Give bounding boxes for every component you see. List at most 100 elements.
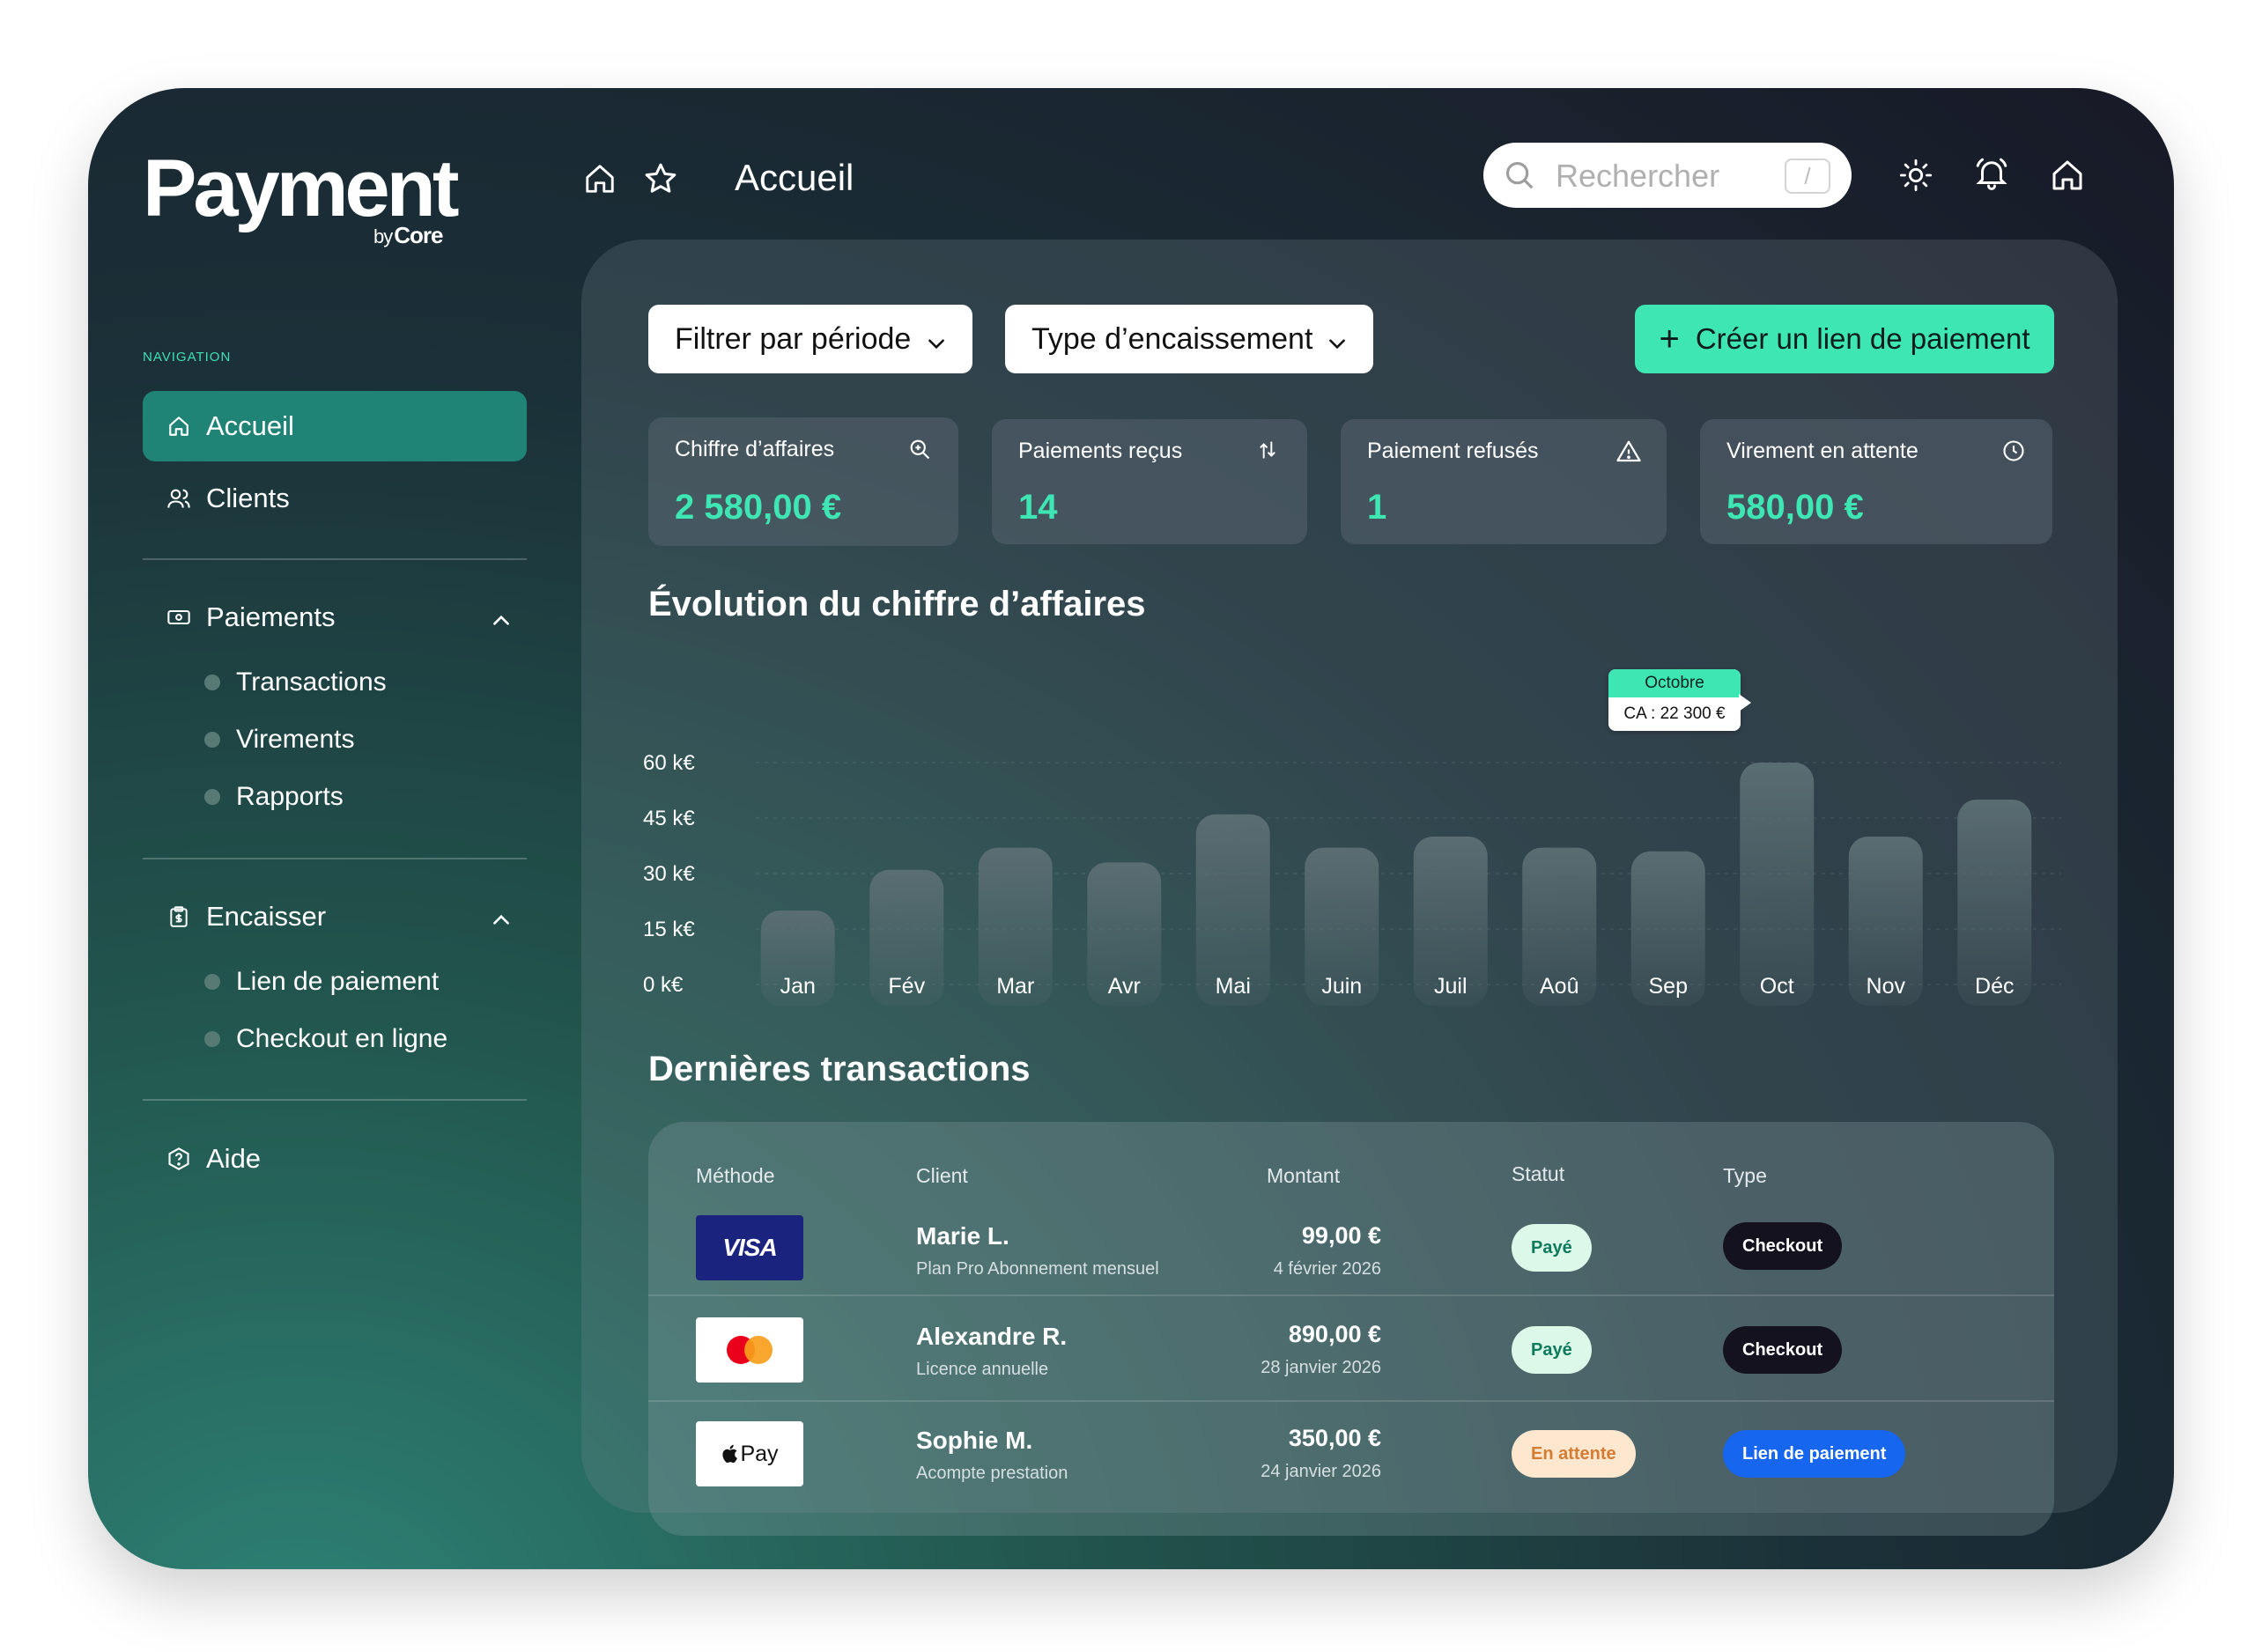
chevron-up-icon[interactable] <box>490 906 513 929</box>
sidebar-subitem-label: Transactions <box>236 667 387 697</box>
bullet-dot <box>204 675 220 690</box>
x-tick-label: Fév <box>888 974 925 999</box>
y-tick-label: 0 k€ <box>643 973 684 997</box>
type-badge[interactable]: Checkout <box>1723 1222 1843 1270</box>
table-row[interactable]: Pay Sophie M. Acompte prestation 350,00 … <box>648 1416 2054 1518</box>
revenue-bar-chart: 0 k€ 15 k€ 30 k€ 45 k€ 60 k€ Jan Fév Mar Avr Mai J… <box>643 751 2061 1006</box>
sidebar-subitem-transactions[interactable]: Transactions <box>204 663 387 702</box>
kpi-card-payments-refused: Paiement refusés 1 <box>1341 419 1667 544</box>
x-tick-label: Oct <box>1760 974 1794 999</box>
sidebar-item-paiements[interactable]: Paiements <box>143 582 527 653</box>
client-name: Alexandre R. <box>916 1323 1068 1350</box>
table-row[interactable]: Alexandre R. Licence annuelle 890,00 € 2… <box>648 1310 2054 1412</box>
clipboard-dollar-icon <box>166 903 192 930</box>
chart-bar-Oct[interactable] <box>1740 763 1815 1006</box>
brand-sub: byCore <box>373 222 444 249</box>
sidebar-item-clients[interactable]: Clients <box>143 463 527 534</box>
sidebar-item-label: Accueil <box>206 410 294 441</box>
y-tick-label: 15 k€ <box>643 918 695 941</box>
tooltip-title: Octobre <box>1608 669 1741 697</box>
kpi-label: Paiement refusés <box>1367 439 1539 463</box>
home-icon[interactable] <box>2047 155 2088 195</box>
sun-icon[interactable] <box>1896 155 1936 195</box>
x-tick-label: Mai <box>1216 974 1251 999</box>
x-tick-label: Juil <box>1434 974 1468 999</box>
brand-logo[interactable]: Payment byCore <box>143 144 459 248</box>
chevron-down-icon <box>1326 328 1349 351</box>
create-payment-link-button[interactable]: + Créer un lien de paiement <box>1635 305 2054 373</box>
sidebar-item-aide[interactable]: Aide <box>143 1124 527 1194</box>
kpi-label: Chiffre d’affaires <box>675 437 835 461</box>
create-payment-link-label: Créer un lien de paiement <box>1695 322 2030 355</box>
chart-title: Évolution du chiffre d’affaires <box>648 585 1146 623</box>
sidebar-item-encaisser[interactable]: Encaisser <box>143 881 527 952</box>
search-box[interactable]: / <box>1483 143 1852 210</box>
search-input[interactable] <box>1554 143 1769 210</box>
sidebar-subitem-checkout-en-ligne[interactable]: Checkout en ligne <box>204 1020 447 1058</box>
type-badge[interactable]: Lien de paiement <box>1723 1430 1906 1478</box>
x-tick-label: Mar <box>996 974 1034 999</box>
x-tick-label: Nov <box>1867 974 1906 999</box>
bullet-dot <box>204 732 220 748</box>
home-icon[interactable] <box>580 159 620 199</box>
transaction-amount: 890,00 € <box>1288 1321 1381 1347</box>
transaction-date: 24 janvier 2026 <box>1261 1462 1381 1481</box>
row-divider <box>648 1294 2054 1296</box>
type-badge[interactable]: Checkout <box>1723 1326 1843 1374</box>
sidebar-subitem-label: Rapports <box>236 782 344 811</box>
kpi-value: 580,00 € <box>1726 488 1864 527</box>
star-icon[interactable] <box>640 159 681 199</box>
x-tick-label: Aoû <box>1540 974 1578 999</box>
encaissement-type-dropdown[interactable]: Type d’encaissement <box>1005 305 1373 373</box>
home-icon <box>166 413 192 439</box>
transactions-table: Méthode Client Montant Statut Type VISA … <box>648 1122 2054 1536</box>
x-tick-label: Sep <box>1649 974 1688 999</box>
status-badge: Payé <box>1512 1224 1592 1272</box>
chevron-up-icon[interactable] <box>490 607 513 630</box>
brand-sub-by: by <box>373 225 393 247</box>
page-title: Accueil <box>735 157 854 198</box>
encaissement-type-label: Type d’encaissement <box>1031 321 1313 356</box>
search-icon <box>1503 159 1536 192</box>
sidebar-subitem-lien-de-paiement[interactable]: Lien de paiement <box>204 962 439 1001</box>
users-icon <box>166 485 192 512</box>
transaction-date: 28 janvier 2026 <box>1261 1358 1381 1377</box>
kpi-value: 1 <box>1367 488 1387 527</box>
transaction-amount: 99,00 € <box>1301 1222 1381 1249</box>
sidebar-item-label: Encaisser <box>206 901 327 932</box>
nav-caption: NAVIGATION <box>143 350 232 365</box>
warning-icon <box>1615 439 1642 465</box>
column-header-amount: Montant <box>1267 1164 1341 1187</box>
kpi-card-pending-transfer: Virement en attente 580,00 € <box>1700 419 2052 544</box>
table-row[interactable]: VISA Marie L. Plan Pro Abonnement mensue… <box>648 1206 2054 1309</box>
kpi-card-revenue: Chiffre d’affaires 2 580,00 € <box>648 417 958 546</box>
x-tick-label: Avr <box>1108 974 1141 999</box>
status-badge: Payé <box>1512 1326 1592 1374</box>
y-tick-label: 45 k€ <box>643 807 695 830</box>
clock-icon <box>2001 439 2028 465</box>
client-name: Marie L. <box>916 1222 1009 1250</box>
chevron-down-icon <box>925 328 948 351</box>
x-tick-label: Jan <box>780 974 816 999</box>
apple-pay-logo: Pay <box>696 1421 803 1486</box>
x-tick-label: Juin <box>1321 974 1362 999</box>
sidebar-item-accueil[interactable]: Accueil <box>143 391 527 461</box>
sidebar-subitem-rapports[interactable]: Rapports <box>204 778 344 816</box>
search-zoom-icon <box>907 437 934 463</box>
sidebar-item-label: Aide <box>206 1143 262 1174</box>
y-tick-label: 30 k€ <box>643 862 695 886</box>
kpi-value: 14 <box>1018 488 1058 527</box>
kpi-label: Virement en attente <box>1726 439 1919 463</box>
bell-icon[interactable] <box>1971 153 2012 194</box>
swap-arrows-icon <box>1256 439 1283 465</box>
search-shortcut-key: / <box>1785 159 1830 194</box>
sidebar-subitem-virements[interactable]: Virements <box>204 720 355 759</box>
client-description: Plan Pro Abonnement mensuel <box>916 1259 1159 1279</box>
period-filter-dropdown[interactable]: Filtrer par période <box>648 305 972 373</box>
sidebar-item-label: Paiements <box>206 601 336 632</box>
brand-name: Payment <box>143 144 459 233</box>
x-tick-label: Déc <box>1975 974 2014 999</box>
sidebar-divider <box>143 1099 527 1101</box>
sidebar-divider <box>143 858 527 859</box>
status-badge: En attente <box>1512 1430 1636 1478</box>
